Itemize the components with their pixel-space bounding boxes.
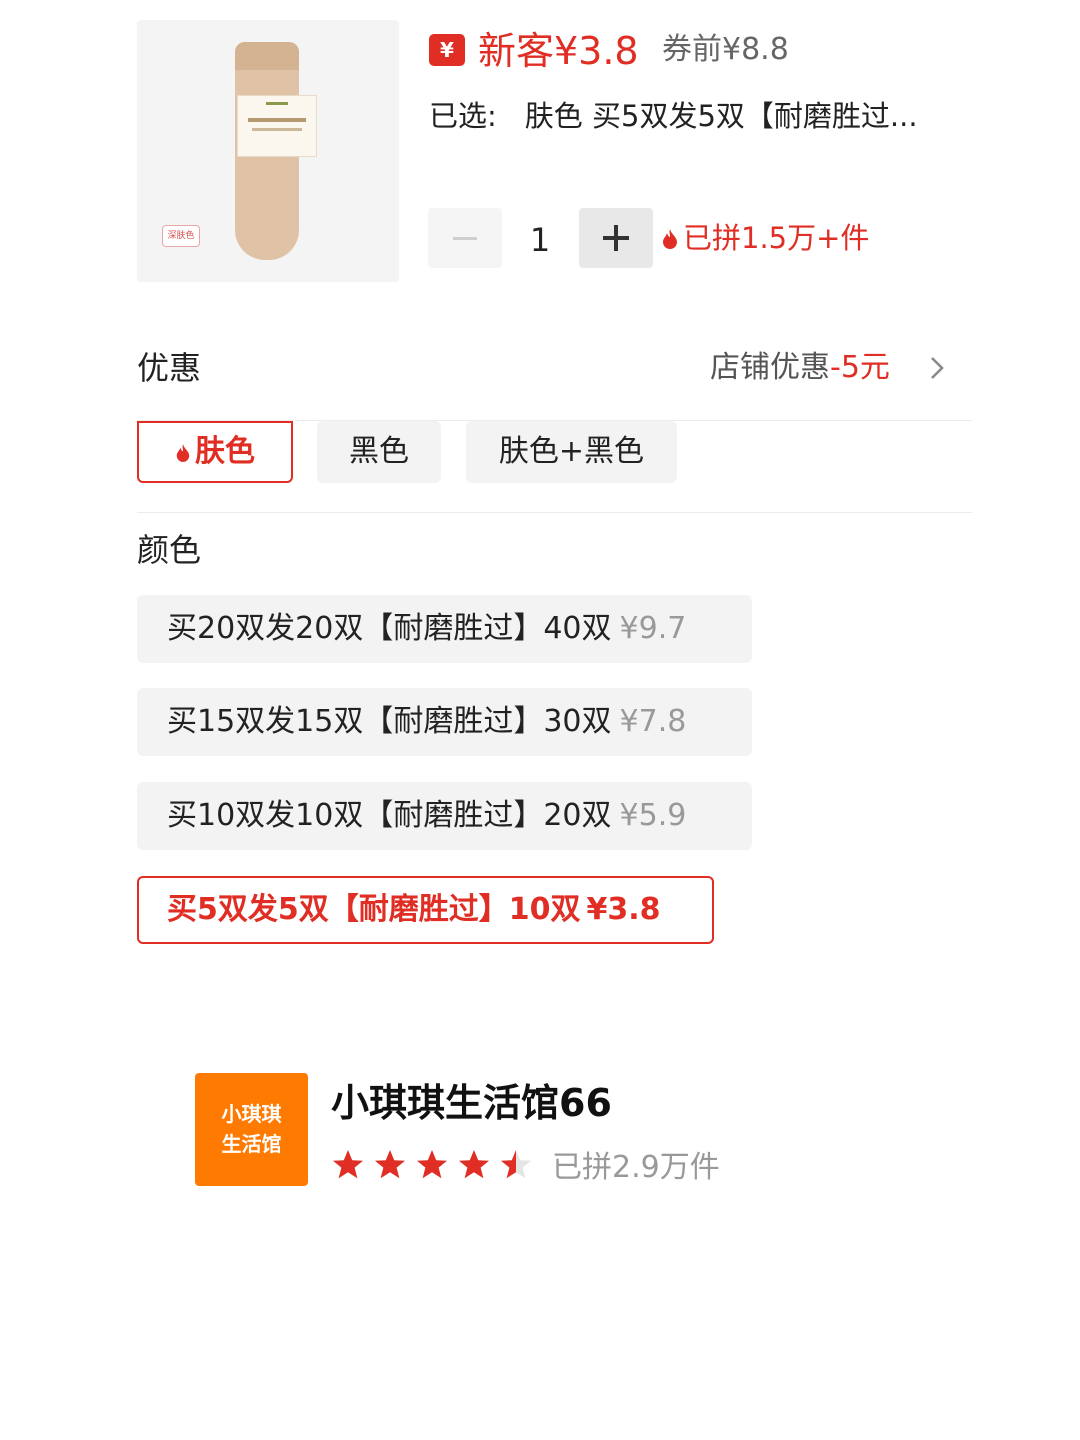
shop-name[interactable]: 小琪琪生活馆66 [331, 1078, 612, 1128]
star-icon [501, 1150, 531, 1179]
product-image[interactable]: 深肤色 [137, 20, 399, 282]
shop-logo[interactable]: 小琪琪 生活馆 [195, 1073, 308, 1186]
option-20-pairs[interactable]: 买10双发10双【耐磨胜过】20双 ¥5.9 [137, 782, 752, 850]
quantity-increase-button[interactable] [579, 208, 653, 268]
flame-icon [175, 425, 191, 462]
store-discount[interactable]: 店铺优惠-5元 [710, 348, 890, 388]
option-10-pairs[interactable]: 买5双发5双【耐磨胜过】10双 ¥3.8 [137, 876, 714, 944]
selected-value: 肤色 买5双发5双【耐磨胜过... [524, 99, 918, 133]
color-chip-skin-black[interactable]: 肤色+黑色 [466, 421, 677, 483]
discount-title: 优惠 [137, 349, 202, 387]
star-icon [417, 1150, 447, 1179]
option-30-pairs[interactable]: 买15双发15双【耐磨胜过】30双 ¥7.8 [137, 688, 752, 756]
original-price: 券前¥8.8 [662, 32, 789, 67]
chevron-right-icon[interactable] [926, 353, 948, 383]
package-label [237, 95, 317, 157]
quantity-value[interactable]: 1 [520, 218, 560, 262]
quantity-decrease-button[interactable] [428, 208, 502, 268]
selected-label: 已选: [429, 99, 497, 133]
sold-count: 已拼1.5万+件 [661, 218, 869, 258]
star-icon [375, 1150, 405, 1179]
selected-spec: 已选: 肤色 买5双发5双【耐磨胜过... [429, 96, 959, 136]
shop-sold-count: 已拼2.9万件 [552, 1150, 720, 1185]
image-tag: 深肤色 [162, 225, 200, 247]
star-icon [333, 1150, 363, 1179]
color-section-title: 颜色 [137, 531, 202, 569]
color-chip-black[interactable]: 黑色 [317, 421, 441, 483]
new-customer-price: 新客¥3.8 [478, 29, 639, 73]
star-icon [459, 1150, 489, 1179]
option-40-pairs[interactable]: 买20双发20双【耐磨胜过】40双 ¥9.7 [137, 595, 752, 663]
divider [137, 512, 972, 513]
price-badge-icon: ¥ [429, 34, 465, 66]
color-chip-skin[interactable]: 肤色 [137, 421, 293, 483]
flame-icon [661, 220, 679, 249]
